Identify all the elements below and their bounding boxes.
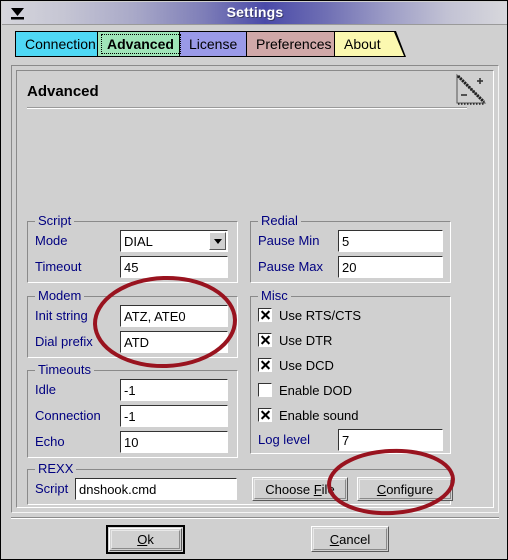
mode-combobox-value: DIAL xyxy=(124,233,153,249)
checkbox-enable-sound[interactable]: Enable sound xyxy=(258,407,359,423)
choose-file-button-pre: Choose xyxy=(265,481,314,497)
checkbox-box[interactable] xyxy=(258,358,272,372)
log-level-input[interactable]: 7 xyxy=(338,429,443,451)
connection-label: Connection xyxy=(35,408,101,423)
checkbox-label: Use DCD xyxy=(279,357,334,373)
checkbox-box[interactable] xyxy=(258,383,272,397)
tab-label: Preferences xyxy=(256,36,332,52)
footer-divider xyxy=(11,517,499,519)
timeout-label: Timeout xyxy=(35,259,82,274)
checkbox-label: Enable DOD xyxy=(279,382,352,398)
tab-label: About xyxy=(344,36,381,52)
advanced-panel: Advanced Script Mode DIAL Timeout 45 Red… xyxy=(11,65,499,513)
settings-window: Settings Connection Advanced License Pre… xyxy=(0,0,508,560)
checkbox-use-rts-cts[interactable]: Use RTS/CTS xyxy=(258,307,361,323)
chevron-down-icon[interactable] xyxy=(209,232,226,250)
tab-label: License xyxy=(189,36,238,52)
ok-button-mnemonic: k xyxy=(147,532,154,547)
pause-min-input[interactable]: 5 xyxy=(338,230,443,252)
dial-prefix-input[interactable]: ATD xyxy=(120,331,228,353)
group-title: Timeouts xyxy=(35,363,94,377)
cancel-button-post: ancel xyxy=(339,531,371,547)
tab-label: Connection xyxy=(25,36,96,52)
ok-button[interactable]: Ok xyxy=(109,528,182,551)
checkbox-use-dcd[interactable]: Use DCD xyxy=(258,357,334,373)
group-timeouts: Timeouts Idle -1 Connection -1 Echo 10 xyxy=(27,363,238,458)
choose-file-button-post: ile xyxy=(321,481,335,497)
pause-max-label: Pause Max xyxy=(258,259,324,274)
mode-combobox[interactable]: DIAL xyxy=(120,230,228,252)
checkbox-label: Use RTS/CTS xyxy=(279,307,362,323)
group-title: Script xyxy=(35,214,75,228)
group-rexx: REXX Script dnshook.cmd Choose File Conf… xyxy=(27,462,453,505)
group-title: Modem xyxy=(35,289,85,303)
init-string-input[interactable]: ATZ, ATE0 xyxy=(120,305,228,327)
group-modem: Modem Init string ATZ, ATE0 Dial prefix … xyxy=(27,289,238,358)
mode-label: Mode xyxy=(35,233,68,248)
connection-input[interactable]: -1 xyxy=(120,405,228,427)
checkbox-box[interactable] xyxy=(258,408,272,422)
advanced-panel-inner: Advanced Script Mode DIAL Timeout 45 Red… xyxy=(16,70,494,508)
idle-label: Idle xyxy=(35,382,56,397)
checkbox-label: Enable sound xyxy=(279,407,359,423)
checkbox-use-dtr[interactable]: Use DTR xyxy=(258,332,332,348)
idle-input[interactable]: -1 xyxy=(120,379,228,401)
configure-button-mnemonic: C xyxy=(376,481,387,497)
checkbox-box[interactable] xyxy=(258,308,272,322)
page-title: Advanced xyxy=(27,83,99,100)
ok-button-pre: O xyxy=(137,532,148,547)
log-level-label: Log level xyxy=(258,432,311,447)
dial-prefix-label: Dial prefix xyxy=(35,334,93,349)
rexx-script-label: Script xyxy=(35,481,69,496)
rexx-script-input[interactable]: dnshook.cmd xyxy=(75,478,237,500)
choose-file-button[interactable]: Choose File xyxy=(252,477,348,501)
title-bar: Settings xyxy=(2,2,507,24)
echo-label: Echo xyxy=(35,434,65,449)
cancel-button[interactable]: Cancel xyxy=(311,526,389,552)
choose-file-button-mnemonic: F xyxy=(313,481,322,497)
group-misc: Misc Use RTS/CTS Use DTR Use DCD Enable … xyxy=(250,289,451,454)
checkbox-box[interactable] xyxy=(258,333,272,347)
checkbox-enable-dod[interactable]: Enable DOD xyxy=(258,382,352,398)
echo-input[interactable]: 10 xyxy=(120,431,228,453)
group-title: REXX xyxy=(35,462,77,476)
timeout-input[interactable]: 45 xyxy=(120,256,228,278)
tab-about[interactable]: About xyxy=(334,31,406,57)
window-title: Settings xyxy=(226,4,284,20)
tab-label: Advanced xyxy=(107,36,174,52)
checkbox-label: Use DTR xyxy=(279,332,333,348)
pause-max-input[interactable]: 20 xyxy=(338,256,443,278)
group-script: Script Mode DIAL Timeout 45 xyxy=(27,214,238,283)
configure-button-post: onfigure xyxy=(386,481,434,497)
init-string-label: Init string xyxy=(35,308,88,323)
tab-strip: Connection Advanced License Preferences … xyxy=(1,31,508,59)
title-divider xyxy=(27,107,467,109)
group-title: Redial xyxy=(258,214,301,228)
cancel-button-mnemonic: C xyxy=(329,531,340,547)
configure-button[interactable]: Configure xyxy=(357,477,453,501)
group-title: Misc xyxy=(258,289,291,303)
resize-zoom-icon[interactable] xyxy=(455,73,489,107)
title-bar-edge xyxy=(2,24,507,26)
tab-preferences[interactable]: Preferences xyxy=(246,31,347,57)
group-redial: Redial Pause Min 5 Pause Max 20 xyxy=(250,214,451,283)
pause-min-label: Pause Min xyxy=(258,233,320,248)
